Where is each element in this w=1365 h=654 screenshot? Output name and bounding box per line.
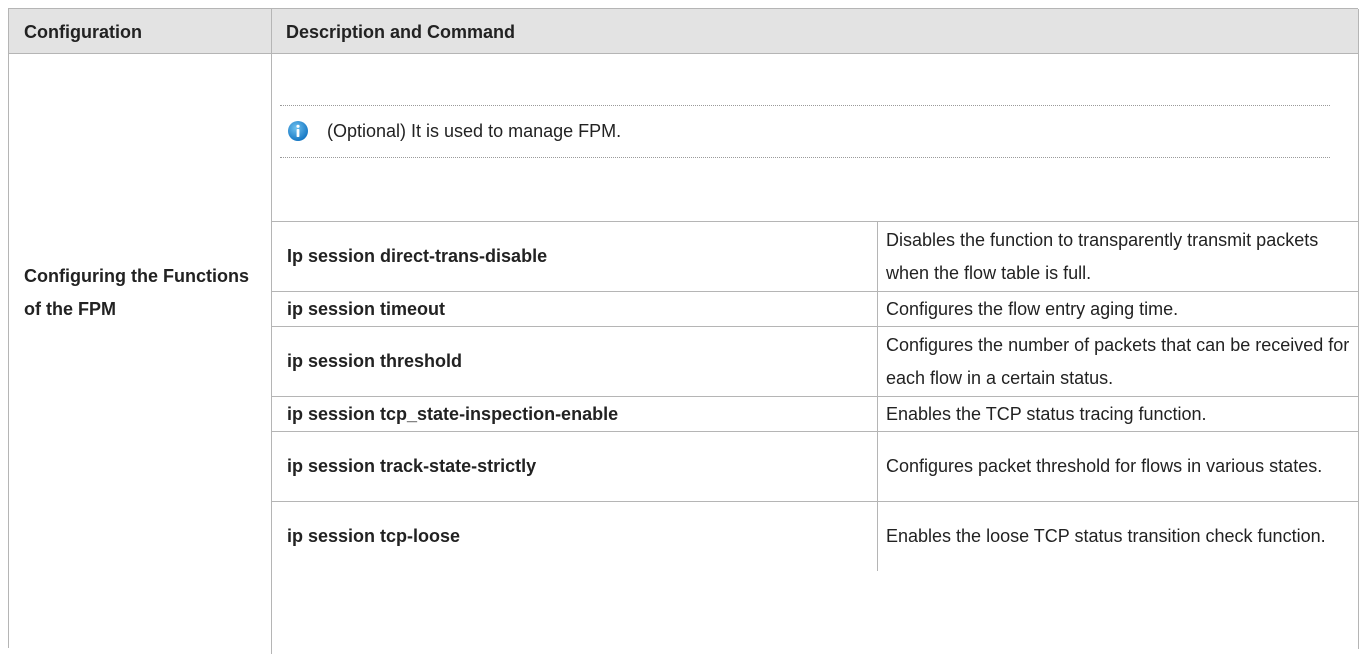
description-cell: Configures the number of packets that ca… <box>886 334 1350 388</box>
table-row: ip session track-state-strictly Configur… <box>272 431 1358 501</box>
table-row: ip session timeout Configures the flow e… <box>272 291 1358 326</box>
command-cell: ip session tcp_state-inspection-enable <box>272 397 878 431</box>
header-configuration: Configuration <box>24 22 142 42</box>
note-top-rule <box>280 105 1330 106</box>
command-cell: ip session timeout <box>272 292 878 326</box>
config-table: Configuration Description and Command Co… <box>8 8 1359 654</box>
note-text: (Optional) It is used to manage FPM. <box>327 121 622 141</box>
description-cell: Configures packet threshold for flows in… <box>886 456 1323 476</box>
description-cell: Configures the flow entry aging time. <box>886 298 1179 319</box>
command-cell: ip session track-state-strictly <box>272 432 878 501</box>
right-border <box>1358 9 1359 649</box>
description-cell: Enables the TCP status tracing function. <box>886 403 1207 424</box>
header-divider <box>271 9 272 53</box>
command-cell: ip session tcp-loose <box>272 502 878 571</box>
description-cell: Disables the function to transparently t… <box>886 229 1319 283</box>
table-row: ip session threshold Configures the numb… <box>272 326 1358 396</box>
table-header: Configuration Description and Command <box>9 9 1358 54</box>
note-bottom-rule <box>280 157 1330 158</box>
description-cell: Enables the loose TCP status transition … <box>886 526 1326 546</box>
table-row: Ip session direct-trans-disable Disables… <box>272 221 1358 291</box>
info-icon <box>288 121 308 141</box>
table-row: ip session tcp_state-inspection-enable E… <box>272 396 1358 431</box>
section-label: Configuring the Functions of the FPM <box>24 266 249 319</box>
header-description: Description and Command <box>286 22 516 42</box>
command-subtable: Ip session direct-trans-disable Disables… <box>272 221 1358 571</box>
optional-note: (Optional) It is used to manage FPM. <box>280 107 1330 157</box>
command-cell: ip session threshold <box>272 327 878 396</box>
command-cell: Ip session direct-trans-disable <box>272 222 878 291</box>
table-row: ip session tcp-loose Enables the loose T… <box>272 501 1358 571</box>
